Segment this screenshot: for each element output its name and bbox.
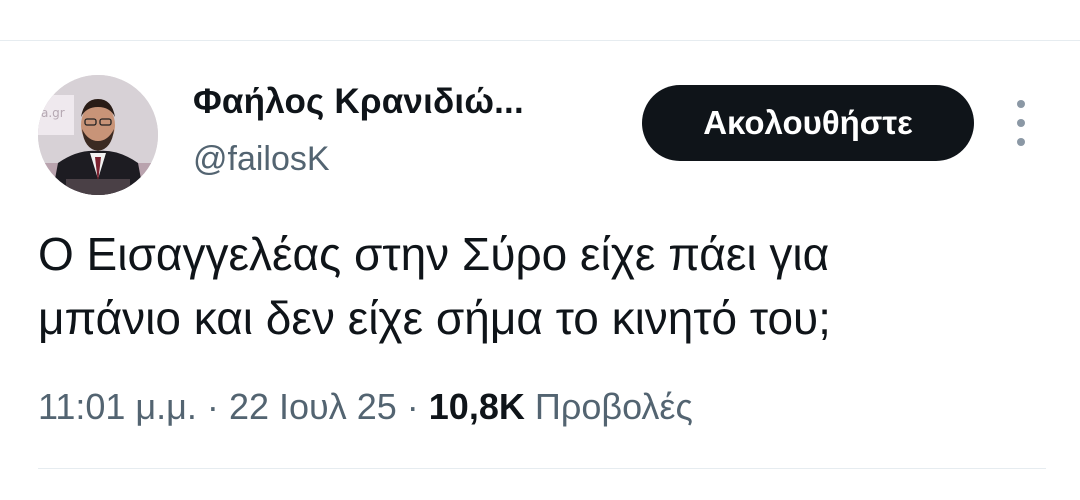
- follow-button[interactable]: Ακολουθήστε: [642, 85, 974, 161]
- top-divider: [0, 40, 1080, 41]
- tweet-time[interactable]: 11:01 μ.μ.: [38, 386, 197, 427]
- more-icon-dot: [1017, 100, 1025, 108]
- tweet-text-line: μπάνιο και δεν είχε σήμα το κινητό του;: [38, 292, 831, 344]
- bottom-divider: [38, 468, 1046, 469]
- avatar[interactable]: a.gr: [38, 75, 158, 195]
- author-handle[interactable]: @failosK: [193, 140, 330, 179]
- meta-separator: ·: [406, 386, 419, 427]
- more-vertical-icon[interactable]: [1004, 100, 1038, 146]
- tweet-date[interactable]: 22 Ιουλ 25: [229, 386, 397, 427]
- tweet-text-line: Ο Εισαγγελέας στην Σύρο είχε πάει για: [38, 228, 830, 280]
- author-display-name[interactable]: Φαήλος Κρανιδιώ...: [193, 82, 524, 122]
- views-label: Προβολές: [534, 386, 693, 427]
- tweet-metadata: 11:01 μ.μ. · 22 Ιουλ 25 · 10,8K Προβολές: [38, 386, 693, 428]
- views-count[interactable]: 10,8K: [429, 386, 525, 427]
- avatar-watermark: a.gr: [41, 106, 65, 120]
- tweet-text: Ο Εισαγγελέας στην Σύρο είχε πάει για μπ…: [38, 222, 1048, 350]
- more-icon-dot: [1017, 119, 1025, 127]
- avatar-photo: a.gr: [38, 75, 158, 195]
- meta-separator: ·: [206, 386, 219, 427]
- more-icon-dot: [1017, 138, 1025, 146]
